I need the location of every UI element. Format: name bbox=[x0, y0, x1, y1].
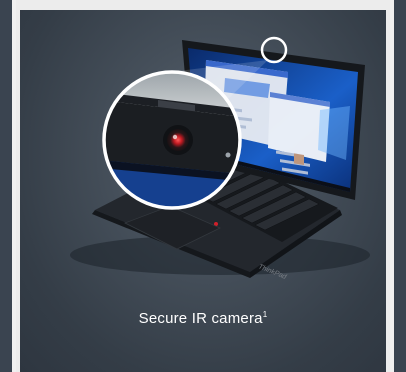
feature-caption: Secure IR camera1 bbox=[20, 310, 386, 327]
laptop-image: ThinkPad bbox=[70, 36, 370, 281]
feature-card: ThinkPad Secure IR camera1 bbox=[20, 10, 386, 372]
right-neighbor-card-edge bbox=[390, 0, 406, 372]
caption-text: Secure IR camera bbox=[138, 310, 263, 327]
left-neighbor-card-edge bbox=[0, 0, 16, 372]
footnote-mark: 1 bbox=[262, 310, 268, 319]
